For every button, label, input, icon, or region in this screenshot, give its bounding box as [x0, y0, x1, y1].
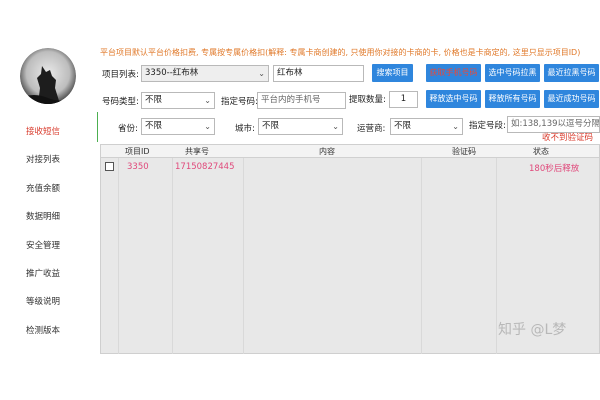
sidebar-item-promotion-income[interactable]: 推广收益 — [0, 260, 90, 288]
cell-status: 180秒后释放 — [529, 164, 580, 174]
number-type-select[interactable]: 不限 ⌄ — [141, 92, 215, 109]
row-checkbox[interactable] — [105, 162, 114, 171]
cell-shared-number: 17150827445 — [175, 162, 235, 172]
sidebar-item-security[interactable]: 安全管理 — [0, 232, 90, 260]
chevron-down-icon: ⌄ — [204, 122, 211, 131]
specify-number-input[interactable]: 平台内的手机号 — [257, 92, 346, 109]
column-divider — [172, 158, 173, 354]
col-status: 状态 — [533, 147, 549, 156]
watermark-text: 知乎 @L梦 — [498, 322, 567, 338]
city-select[interactable]: 不限 ⌄ — [258, 118, 343, 135]
province-label: 省份: — [118, 124, 138, 134]
sidebar-item-recharge-balance[interactable]: 充值余额 — [0, 175, 90, 203]
city-value: 不限 — [262, 121, 280, 131]
fetch-count-input[interactable]: 1 — [389, 91, 418, 108]
province-select[interactable]: 不限 ⌄ — [141, 118, 215, 135]
chevron-down-icon: ⌄ — [452, 122, 459, 131]
pricing-notice: 平台项目默认平台价格扣费, 专属按专属价格扣(解释: 专属卡商创建的, 只使用你… — [100, 48, 581, 57]
status-no-code-text: 收不到验证码 — [542, 133, 594, 143]
release-all-button[interactable]: 释放所有号码 — [485, 90, 540, 108]
fetch-count-label: 提取数量: — [349, 95, 386, 105]
sidebar-item-check-version[interactable]: 检测版本 — [0, 317, 90, 345]
column-divider — [118, 158, 119, 354]
city-label: 城市: — [235, 124, 255, 134]
sidebar-nav: 接收短信 对接列表 充值余额 数据明细 安全管理 推广收益 等级说明 检测版本 — [0, 118, 90, 345]
carrier-label: 运营商: — [357, 124, 386, 134]
sidebar-item-docking-list[interactable]: 对接列表 — [0, 146, 90, 174]
col-content: 内容 — [319, 147, 335, 156]
table-row[interactable]: 3350 17150827445 180秒后释放 — [101, 159, 599, 175]
col-project-id: 项目ID — [125, 147, 150, 156]
specify-number-label: 指定号码: — [221, 97, 258, 107]
recent-success-button[interactable]: 最近成功号码 — [544, 90, 599, 108]
number-type-label: 号码类型: — [102, 97, 139, 107]
search-project-button[interactable]: 搜索项目 — [372, 64, 413, 82]
carrier-value: 不限 — [394, 121, 412, 131]
green-divider — [97, 112, 98, 142]
segment-label: 指定号段: — [469, 121, 506, 131]
province-value: 不限 — [145, 121, 163, 131]
sidebar: 接收短信 对接列表 充值余额 数据明细 安全管理 推广收益 等级说明 检测版本 — [0, 0, 90, 400]
carrier-select[interactable]: 不限 ⌄ — [390, 118, 463, 135]
column-divider — [421, 158, 422, 354]
sidebar-item-level-info[interactable]: 等级说明 — [0, 288, 90, 316]
blacklist-selected-button[interactable]: 选中号码拉黑 — [485, 64, 540, 82]
project-select[interactable]: 3350--红布林 ⌄ — [141, 65, 269, 82]
project-list-label: 项目列表: — [102, 70, 139, 80]
table-header: 项目ID 共享号 内容 验证码 状态 — [101, 145, 599, 158]
avatar[interactable] — [20, 48, 76, 104]
cell-project-id: 3350 — [127, 162, 149, 172]
col-verification-code: 验证码 — [452, 147, 476, 156]
project-search-input[interactable]: 红布林 — [273, 65, 364, 82]
recent-blacklist-button[interactable]: 最近拉黑号码 — [544, 64, 599, 82]
column-divider — [496, 158, 497, 354]
get-phone-number-button[interactable]: 获取手机号码 — [426, 64, 481, 82]
project-select-value: 3350--红布林 — [145, 68, 199, 78]
release-selected-button[interactable]: 释放选中号码 — [426, 90, 481, 108]
chevron-down-icon: ⌄ — [258, 69, 265, 78]
chevron-down-icon: ⌄ — [332, 122, 339, 131]
column-divider — [243, 158, 244, 354]
sidebar-item-receive-sms[interactable]: 接收短信 — [0, 118, 90, 146]
col-shared-number: 共享号 — [185, 147, 209, 156]
number-type-value: 不限 — [145, 95, 163, 105]
chevron-down-icon: ⌄ — [204, 96, 211, 105]
sidebar-item-data-details[interactable]: 数据明细 — [0, 203, 90, 231]
